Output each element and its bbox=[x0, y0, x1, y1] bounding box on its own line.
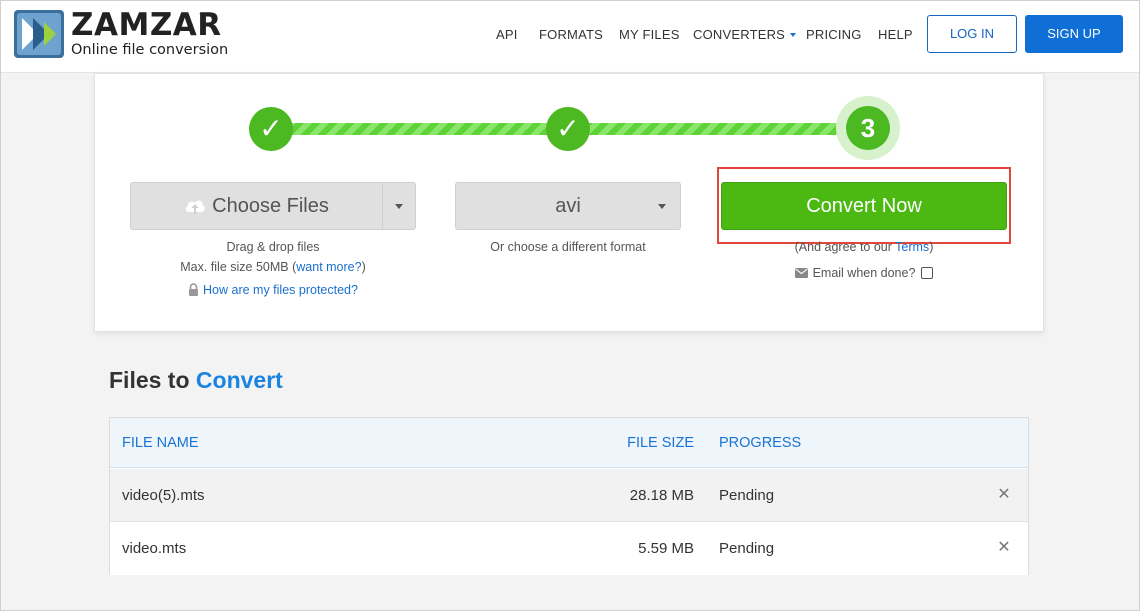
column-file-size: FILE SIZE bbox=[627, 435, 694, 451]
terms-agreement: (And agree to our Terms) bbox=[717, 240, 1011, 254]
column-progress: PROGRESS bbox=[719, 435, 802, 451]
nav-help[interactable]: HELP bbox=[878, 27, 913, 42]
envelope-icon bbox=[794, 268, 808, 278]
nav-pricing[interactable]: PRICING bbox=[806, 27, 862, 42]
files-title-part1: Files to bbox=[109, 367, 190, 393]
step-2-complete-icon: ✓ bbox=[546, 107, 590, 151]
progress-cell: Pending bbox=[719, 540, 775, 557]
table-row: video.mts 5.59 MB Pending ✕ bbox=[110, 522, 1028, 575]
files-table-header: FILE NAME FILE SIZE PROGRESS bbox=[110, 418, 1028, 468]
step-3-indicator: 3 bbox=[846, 106, 890, 150]
chevron-down-icon bbox=[658, 204, 666, 209]
nav-converters[interactable]: CONVERTERS bbox=[693, 27, 797, 42]
choose-files-dropdown[interactable] bbox=[382, 182, 416, 230]
file-size-cell: 5.59 MB bbox=[638, 540, 694, 557]
converter-panel: ✓ ✓ 3 Choose Files Drag & drop files Max… bbox=[94, 73, 1044, 332]
want-more-link[interactable]: want more? bbox=[296, 260, 361, 274]
format-hint: Or choose a different format bbox=[490, 240, 646, 254]
files-title-part2: Convert bbox=[195, 367, 283, 393]
remove-file-icon[interactable]: ✕ bbox=[992, 483, 1016, 507]
format-selected-value: avi bbox=[555, 195, 581, 217]
files-section-title: Files to Convert bbox=[109, 367, 283, 394]
step-1-complete-icon: ✓ bbox=[249, 107, 293, 151]
zamzar-logo-icon bbox=[14, 10, 64, 58]
nav-api[interactable]: API bbox=[496, 27, 518, 42]
nav-converters-label: CONVERTERS bbox=[693, 27, 786, 42]
login-button[interactable]: LOG IN bbox=[927, 15, 1017, 53]
remove-file-icon[interactable]: ✕ bbox=[992, 536, 1016, 560]
chevron-down-icon bbox=[395, 204, 403, 209]
signup-button[interactable]: SIGN UP bbox=[1025, 15, 1123, 53]
chevron-down-icon bbox=[790, 33, 797, 37]
format-select[interactable]: avi bbox=[455, 182, 681, 230]
file-size-cell: 28.18 MB bbox=[629, 487, 694, 504]
email-when-done-row: Email when done? bbox=[717, 266, 1011, 280]
nav-formats[interactable]: FORMATS bbox=[539, 27, 603, 42]
choose-files-label: Choose Files bbox=[212, 195, 329, 217]
files-table: FILE NAME FILE SIZE PROGRESS video(5).mt… bbox=[109, 417, 1029, 575]
files-protected-link[interactable]: How are my files protected? bbox=[203, 283, 358, 297]
table-row: video(5).mts 28.18 MB Pending ✕ bbox=[110, 469, 1028, 522]
column-file-name: FILE NAME bbox=[122, 435, 199, 451]
email-when-done-checkbox[interactable] bbox=[921, 267, 934, 279]
site-header: ZAMZAR ™ Online file conversion API FORM… bbox=[1, 1, 1139, 73]
choose-files-button[interactable]: Choose Files bbox=[130, 182, 382, 230]
terms-prefix: (And agree to our bbox=[794, 240, 896, 254]
convert-now-button[interactable]: Convert Now bbox=[721, 182, 1007, 230]
progress-cell: Pending bbox=[719, 487, 775, 504]
lock-icon bbox=[189, 283, 199, 296]
email-when-done-label: Email when done? bbox=[812, 266, 916, 280]
max-file-size: Max. file size 50MB (want more?) bbox=[180, 260, 366, 274]
max-file-size-text: Max. file size 50MB bbox=[180, 260, 289, 274]
drag-drop-hint: Drag & drop files bbox=[226, 240, 320, 254]
logo-trademark: ™ bbox=[199, 12, 207, 21]
terms-suffix: ) bbox=[929, 240, 934, 254]
files-protected-row: How are my files protected? bbox=[130, 283, 416, 297]
terms-link[interactable]: Terms bbox=[895, 240, 929, 254]
logo-tagline: Online file conversion bbox=[71, 42, 229, 58]
cloud-upload-icon bbox=[185, 200, 205, 214]
file-name-cell: video(5).mts bbox=[122, 487, 205, 504]
file-name-cell: video.mts bbox=[122, 540, 187, 557]
zamzar-logo[interactable]: ZAMZAR ™ Online file conversion bbox=[13, 7, 243, 64]
nav-my-files[interactable]: MY FILES bbox=[619, 27, 680, 42]
